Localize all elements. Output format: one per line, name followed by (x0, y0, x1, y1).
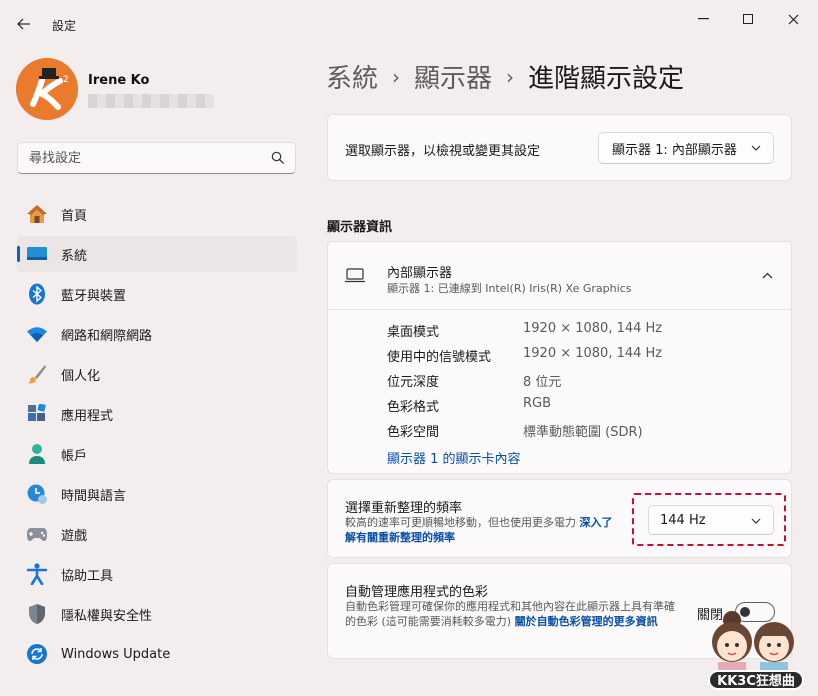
display-info-title: 內部顯示器 (387, 266, 453, 281)
refresh-rate-title: 選擇重新整理的頻率 (345, 501, 463, 516)
minimize-icon (697, 18, 709, 20)
sidebar-item-label: 帳戶 (61, 448, 88, 464)
sidebar-item-label: 首頁 (61, 208, 88, 224)
info-row-label: 色彩空間 (387, 425, 440, 440)
account-icon (26, 443, 48, 465)
refresh-rate-value: 144 Hz (660, 512, 706, 528)
minimize-button[interactable] (681, 6, 725, 32)
color-management-description: 自動色彩管理可確保你的應用程式和其他內容在此顯示器上具有準確的色彩 (這可能需要… (345, 599, 675, 629)
avatar: 2 (16, 58, 78, 120)
sidebar-item-label: 應用程式 (61, 408, 114, 424)
sidebar-item-home[interactable]: 首頁 (17, 196, 297, 232)
sidebar-item-personalization[interactable]: 個人化 (17, 356, 297, 392)
info-row-value: 標準動態範圍 (SDR) (523, 425, 643, 440)
brush-icon (26, 363, 48, 385)
info-row-value: 1920 × 1080, 144 Hz (523, 321, 663, 336)
user-email-redacted (88, 94, 214, 108)
time-language-icon (26, 483, 48, 505)
gaming-icon (26, 523, 48, 545)
breadcrumb: 系統 › 顯示器 › 進階顯示設定 (326, 58, 684, 95)
info-row-value: 8 位元 (523, 375, 562, 390)
user-profile[interactable]: 2 Irene Ko (16, 58, 296, 122)
search-icon[interactable] (271, 151, 285, 165)
maximize-icon (743, 14, 753, 24)
breadcrumb-separator: › (392, 65, 401, 89)
watermark-text: KK3C狂想曲 (708, 670, 804, 690)
chevron-down-icon (751, 516, 761, 527)
display-info-section-title: 顯示器資訊 (327, 220, 393, 235)
sidebar-item-accessibility[interactable]: 協助工具 (17, 556, 297, 592)
info-row-label: 使用中的信號模式 (387, 350, 492, 365)
shield-icon (26, 603, 48, 625)
refresh-rate-dropdown[interactable]: 144 Hz (648, 505, 774, 535)
apps-icon (26, 403, 48, 425)
close-icon (788, 14, 798, 24)
system-icon (26, 243, 48, 265)
chevron-up-icon[interactable] (762, 269, 773, 282)
bluetooth-icon (26, 283, 48, 305)
sidebar-item-label: Windows Update (61, 646, 171, 662)
sidebar-item-label: 系統 (61, 248, 88, 264)
sidebar-item-label: 遊戲 (61, 528, 88, 544)
close-button[interactable] (771, 6, 815, 32)
app-title: 設定 (52, 19, 77, 33)
title-bar: 設定 (0, 0, 818, 44)
home-icon (26, 203, 48, 225)
display-info-header[interactable]: 內部顯示器 顯示器 1: 已連線到 Intel(R) Iris(R) Xe Gr… (328, 242, 791, 310)
chevron-down-icon (751, 143, 761, 154)
sidebar-item-label: 網路和網際網路 (61, 328, 153, 344)
watermark-illustration (712, 611, 794, 676)
display-info-card: 內部顯示器 顯示器 1: 已連線到 Intel(R) Iris(R) Xe Gr… (327, 241, 792, 474)
sidebar-item-system[interactable]: 系統 (17, 236, 297, 272)
search-input[interactable] (18, 143, 248, 173)
maximize-button[interactable] (726, 6, 770, 32)
watermark-logo: KK3C狂想曲 (700, 600, 812, 692)
sidebar-item-network[interactable]: 網路和網際網路 (17, 316, 297, 352)
sidebar-item-label: 時間與語言 (61, 488, 127, 504)
back-button[interactable] (10, 10, 38, 38)
sidebar-item-label: 隱私權與安全性 (61, 608, 153, 624)
sidebar-item-privacy[interactable]: 隱私權與安全性 (17, 596, 297, 632)
sidebar-item-gaming[interactable]: 遊戲 (17, 516, 297, 552)
breadcrumb-separator: › (506, 65, 515, 89)
breadcrumb-display[interactable]: 顯示器 (414, 64, 492, 94)
sidebar-item-label: 協助工具 (61, 568, 114, 584)
info-row-label: 位元深度 (387, 375, 440, 390)
sidebar-item-label: 藍牙與裝置 (61, 288, 127, 304)
info-row-label: 色彩格式 (387, 400, 440, 415)
search-box (17, 142, 296, 174)
display-select-value: 顯示器 1: 內部顯示器 (612, 142, 737, 158)
update-icon (26, 643, 48, 665)
refresh-rate-card: 選擇重新整理的頻率 較高的速率可更順暢地移動，但也使用更多電力 深入了解有關重新… (327, 479, 792, 558)
info-row-label: 桌面模式 (387, 325, 440, 340)
breadcrumb-system[interactable]: 系統 (326, 64, 378, 94)
sidebar-item-label: 個人化 (61, 368, 101, 384)
refresh-rate-desc-text: 較高的速率可更順暢地移動，但也使用更多電力 (345, 516, 576, 529)
wifi-icon (26, 323, 48, 345)
laptop-icon (345, 268, 365, 283)
back-arrow-icon (17, 18, 30, 30)
adapter-properties-link[interactable]: 顯示器 1 的顯示卡內容 (387, 448, 521, 467)
display-info-subtitle: 顯示器 1: 已連線到 Intel(R) Iris(R) Xe Graphics (387, 282, 632, 295)
refresh-rate-description: 較高的速率可更順暢地移動，但也使用更多電力 深入了解有關重新整理的頻率 (345, 515, 623, 545)
sidebar-item-accounts[interactable]: 帳戶 (17, 436, 297, 472)
accessibility-icon (26, 563, 48, 585)
page-title: 進階顯示設定 (528, 64, 685, 94)
color-management-title: 自動管理應用程式的色彩 (345, 585, 489, 600)
sidebar-item-windows-update[interactable]: Windows Update (17, 636, 297, 672)
sidebar-nav: 首頁 系統 藍牙與裝置 網路和網際網路 個人化 應用程式 帳戶 時間與語言 遊戲… (17, 196, 297, 676)
sidebar-item-time-language[interactable]: 時間與語言 (17, 476, 297, 512)
sidebar-item-bluetooth[interactable]: 藍牙與裝置 (17, 276, 297, 312)
display-select-dropdown[interactable]: 顯示器 1: 內部顯示器 (598, 132, 774, 164)
color-management-learn-more-link[interactable]: 關於自動色彩管理的更多資訊 (515, 615, 658, 628)
sidebar-item-apps[interactable]: 應用程式 (17, 396, 297, 432)
info-row-value: RGB (523, 396, 552, 411)
svg-text:2: 2 (63, 75, 69, 85)
select-display-label: 選取顯示器，以檢視或變更其設定 (345, 144, 541, 159)
select-display-card: 選取顯示器，以檢視或變更其設定 顯示器 1: 內部顯示器 (327, 114, 792, 181)
user-name: Irene Ko (88, 73, 150, 88)
info-row-value: 1920 × 1080, 144 Hz (523, 346, 663, 361)
